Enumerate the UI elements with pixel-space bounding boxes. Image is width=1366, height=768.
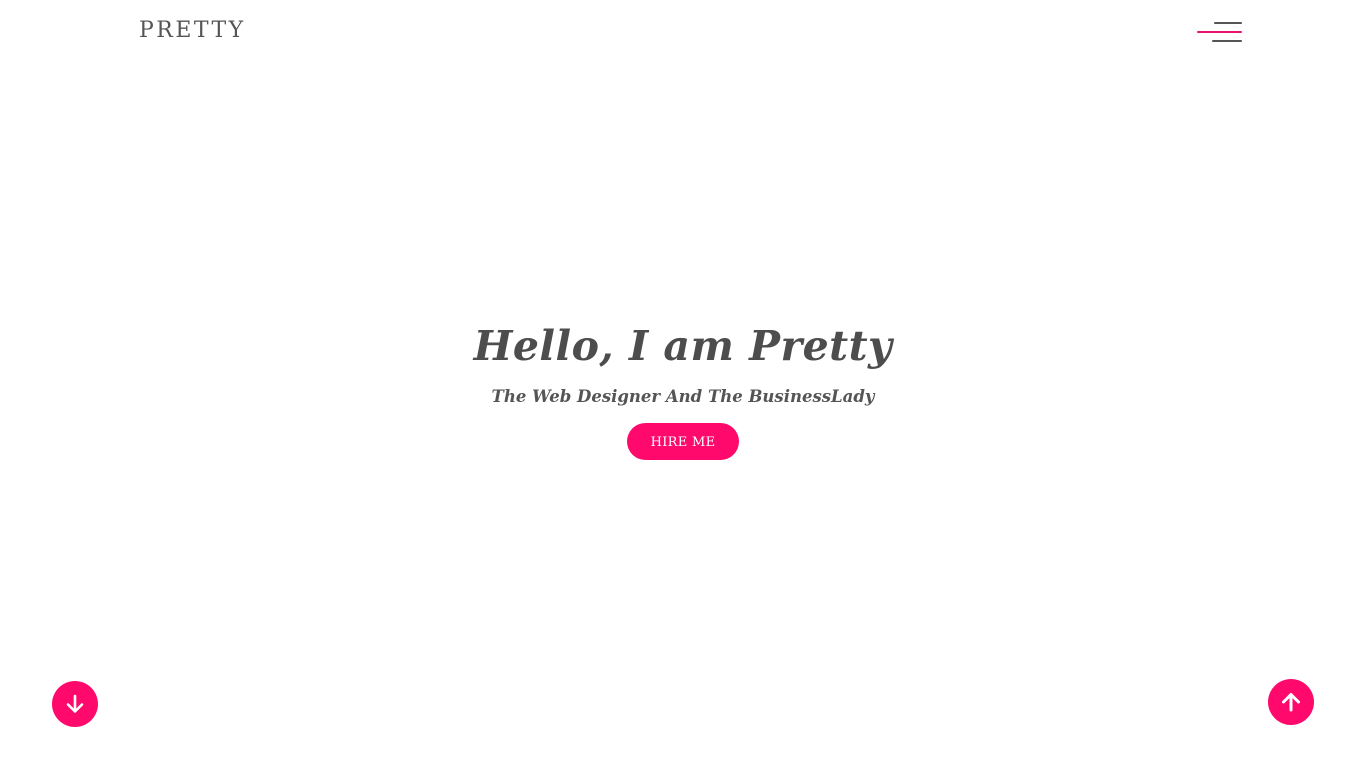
arrow-down-icon: [66, 694, 84, 713]
menu-bar-middle: [1197, 31, 1242, 33]
menu-bar-top: [1214, 22, 1242, 24]
scroll-down-button[interactable]: [52, 681, 98, 727]
hero-title: Hello, I am Pretty: [473, 322, 893, 370]
hire-me-button[interactable]: HIRE ME: [627, 423, 739, 460]
scroll-to-top-button[interactable]: [1268, 679, 1314, 725]
menu-bar-bottom: [1212, 40, 1242, 42]
hero-section: Hello, I am Pretty The Web Designer And …: [0, 318, 1366, 460]
site-logo[interactable]: PRETTY: [139, 16, 246, 46]
hamburger-menu-icon[interactable]: [1195, 20, 1245, 44]
arrow-up-icon: [1282, 693, 1300, 712]
hero-subtitle: The Web Designer And The BusinessLady: [491, 387, 875, 406]
